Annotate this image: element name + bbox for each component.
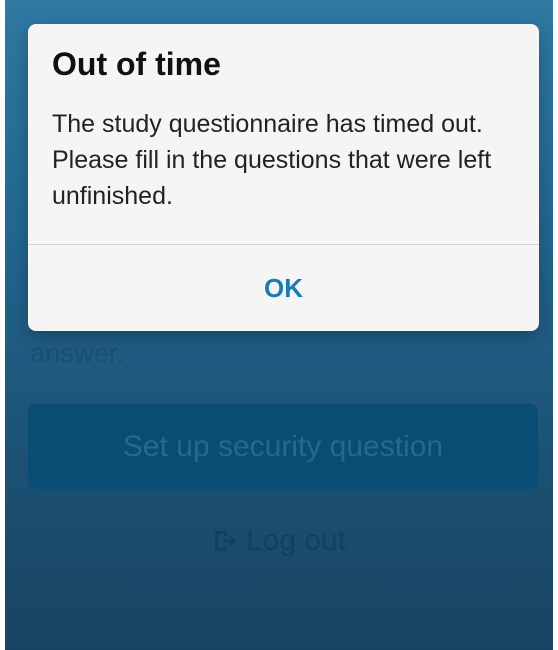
ok-button[interactable]: OK (28, 245, 539, 331)
dialog-title: Out of time (52, 46, 221, 82)
out-of-time-dialog: Out of time The study questionnaire has … (28, 24, 539, 331)
dialog-message: The study questionnaire has timed out. P… (52, 110, 492, 210)
